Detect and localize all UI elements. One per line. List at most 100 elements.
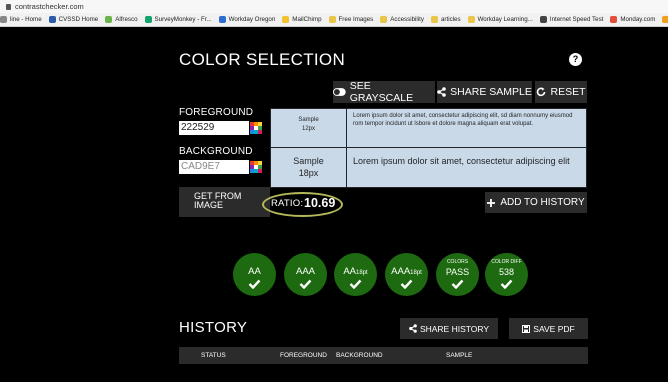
sample-12px-label: Sample [298, 117, 319, 123]
color-diff-value: 538 [498, 267, 515, 277]
sample-18px-size: 18px [298, 168, 319, 178]
bookmark-label: Workday Oregon [228, 16, 276, 23]
add-to-history-label: ADD TO HISTORY [500, 197, 585, 208]
save-icon [522, 324, 531, 333]
sample-12px-text: Lorem ipsum dolor sit amet, consectetur … [346, 108, 587, 148]
bookmark-item[interactable]: Alfresco [105, 16, 138, 23]
get-from-image-label-line2: IMAGE [194, 200, 224, 210]
aa-badge: AA [233, 253, 276, 296]
aa-18pt-label: AA18pt [343, 266, 368, 277]
url-text[interactable]: contrastchecker.com [15, 0, 84, 13]
help-icon[interactable]: ? [569, 53, 582, 66]
bookmarks-bar: line - Home CVSSD Home Alfresco SurveyMonke… [0, 13, 668, 27]
get-from-image-button[interactable]: GET FROM IMAGE [179, 187, 270, 217]
aa-18pt-badge: AA18pt [334, 253, 377, 296]
history-table-header: STATUS FOREGROUND BACKGROUND SAMPLE [179, 347, 588, 364]
share-sample-button[interactable]: SHARE SAMPLE [437, 81, 532, 103]
ratio-label: RATIO: [271, 198, 304, 209]
bookmark-label: articles [440, 16, 461, 23]
page-title: COLOR SELECTION [179, 50, 346, 69]
sample-12px-size: 12px [301, 126, 315, 132]
bookmark-icon [539, 16, 547, 23]
bookmark-icon [0, 16, 7, 23]
aaa-18pt-label: AAA18pt [391, 266, 422, 277]
aa-label: AA [248, 266, 261, 277]
foreground-color-input[interactable]: 222529 [179, 121, 249, 135]
bookmark-label: CVSSD Home [58, 16, 99, 23]
save-pdf-button[interactable]: SAVE PDF [509, 318, 588, 339]
sample-12px-cell: Sample 12px [270, 108, 347, 148]
background-label: BACKGROUND [179, 146, 253, 157]
background-color-input[interactable]: CAD9E7 [179, 160, 249, 174]
reset-label: RESET [550, 86, 586, 98]
foreground-label: FOREGROUND [179, 107, 254, 118]
sample-18px-cell: Sample 18px [270, 147, 347, 188]
column-header-background: BACKGROUND [336, 352, 383, 359]
column-header-foreground: FOREGROUND [280, 352, 327, 359]
sample-18px-label: Sample [293, 156, 324, 166]
bookmark-icon [662, 16, 668, 23]
bookmark-label: Accessibility [390, 16, 424, 23]
bookmark-item[interactable]: CVSSD Home [48, 16, 99, 23]
bookmark-item[interactable]: articles [430, 16, 461, 23]
bookmark-icon [610, 16, 618, 23]
check-icon [500, 279, 513, 289]
bookmark-item[interactable]: SurveyMonkey - Fr... [144, 16, 212, 23]
bookmark-item[interactable]: MailChimp [282, 16, 322, 23]
contrast-ratio-value: 10.69 [304, 196, 336, 210]
check-icon [349, 279, 362, 289]
check-icon [248, 279, 261, 289]
bookmark-label: Alfresco [115, 16, 138, 23]
history-title: HISTORY [179, 319, 248, 336]
reset-button[interactable]: RESET [535, 81, 587, 103]
share-icon [409, 324, 417, 333]
refresh-icon [537, 87, 546, 97]
bookmark-icon [328, 16, 336, 23]
color-diff-label: COLOR DIFF [491, 259, 522, 265]
color-picker-icon[interactable] [250, 122, 262, 134]
bookmark-item[interactable]: Workday Oregon [218, 16, 276, 23]
column-header-sample: SAMPLE [446, 352, 473, 359]
bookmark-label: Free Images [338, 16, 374, 23]
color-diff-badge: COLOR DIFF 538 [485, 253, 528, 296]
bookmark-label: Internet Speed Test [549, 16, 604, 23]
sample-18px-text: Lorem ipsum dolor sit amet, consectetur … [346, 147, 587, 188]
see-grayscale-label: SEE GRAYSCALE [349, 80, 414, 104]
bookmark-item[interactable]: line - Home [0, 16, 42, 23]
aaa-18pt-badge: AAA18pt [385, 253, 428, 296]
check-icon [400, 279, 413, 289]
bookmark-label: SurveyMonkey - Fr... [154, 16, 212, 23]
bookmark-item[interactable]: Workday Learning... [467, 16, 533, 23]
column-header-status: STATUS [201, 352, 226, 359]
bookmark-item[interactable]: Free Images [328, 16, 374, 23]
bookmark-icon [144, 16, 152, 23]
aaa-badge: AAA [284, 253, 327, 296]
bookmark-icon [218, 16, 226, 23]
lock-icon [6, 3, 11, 10]
bookmark-icon [380, 16, 388, 23]
bookmark-item[interactable]: Internet Speed Test [539, 16, 604, 23]
share-history-label: SHARE HISTORY [419, 323, 490, 334]
share-history-button[interactable]: SHARE HISTORY [400, 318, 498, 339]
bookmark-icon [467, 16, 475, 23]
bookmark-item[interactable]: Monday.com [610, 16, 655, 23]
bookmark-icon [430, 16, 438, 23]
bookmark-icon [48, 16, 56, 23]
bookmark-label: Workday Learning... [477, 16, 533, 23]
bookmark-label: line - Home [10, 16, 42, 23]
color-picker-icon[interactable] [250, 161, 262, 173]
check-icon [451, 279, 464, 289]
see-grayscale-button[interactable]: SEE GRAYSCALE [333, 80, 435, 104]
check-icon [299, 279, 312, 289]
bookmark-item[interactable]: ATD Cascad [662, 16, 668, 23]
bookmark-label: Monday.com [620, 16, 656, 23]
add-to-history-button[interactable]: ADD TO HISTORY [485, 192, 587, 213]
share-icon [437, 87, 446, 97]
bookmark-icon [282, 16, 290, 23]
sample-preview: Sample 12px Lorem ipsum dolor sit amet, … [270, 108, 587, 188]
contrast-checker-page: COLOR SELECTION ? SEE GRAYSCALE SHARE SA… [0, 27, 668, 382]
browser-address-bar[interactable]: contrastchecker.com [0, 0, 668, 13]
bookmark-item[interactable]: Accessibility [380, 16, 424, 23]
colors-result: PASS [445, 267, 470, 277]
colors-label: COLORS [446, 259, 469, 265]
